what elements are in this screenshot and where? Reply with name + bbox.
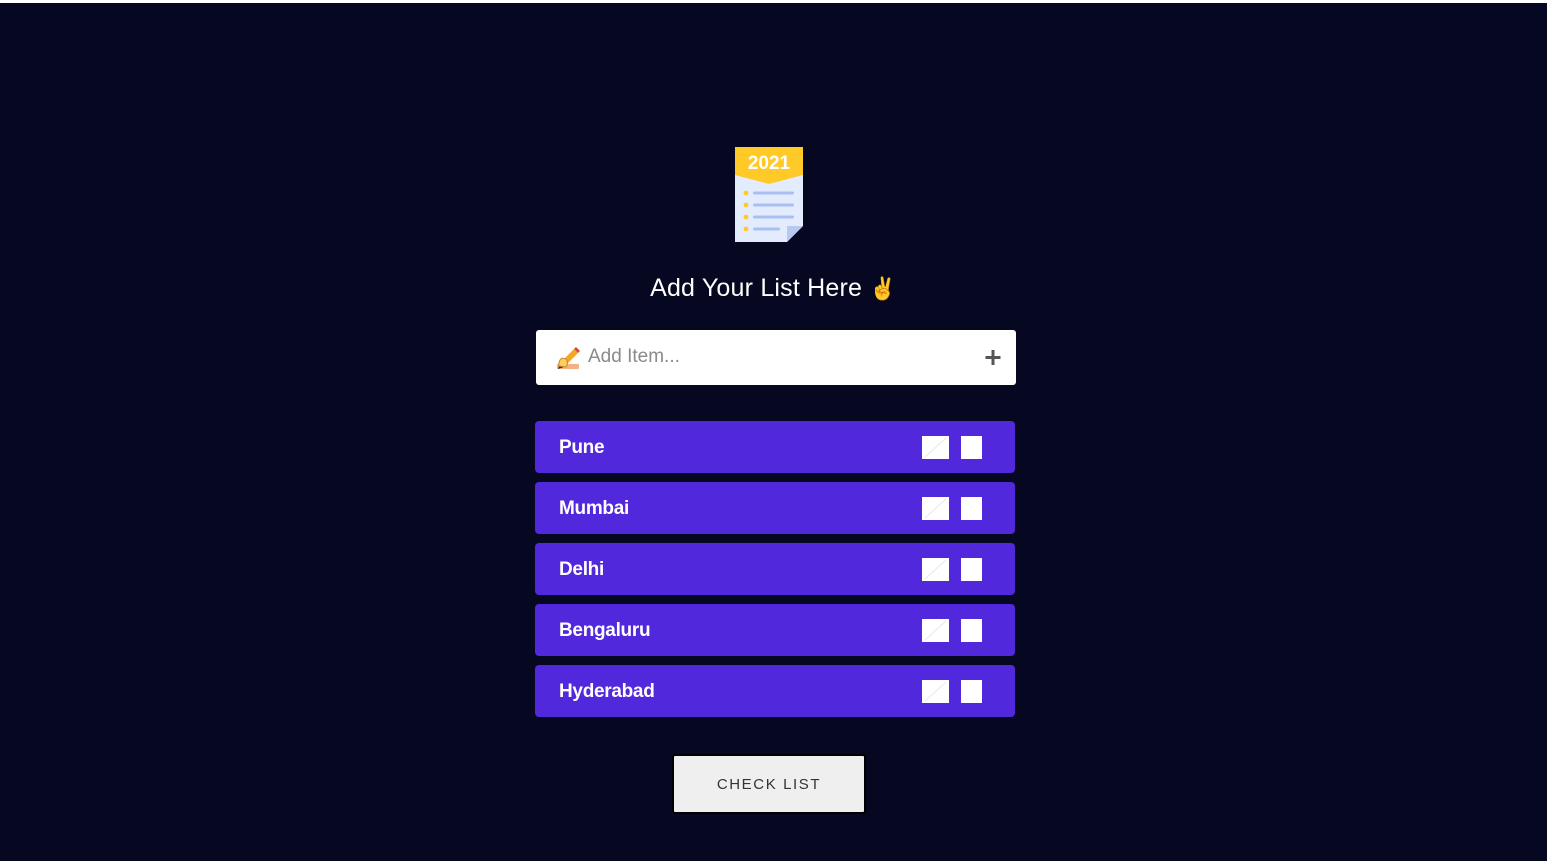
plus-icon[interactable]: [984, 346, 1002, 368]
delete-icon[interactable]: [961, 619, 982, 642]
delete-icon[interactable]: [961, 680, 982, 703]
page-title-text: Add Your List Here: [650, 274, 863, 302]
delete-icon[interactable]: [961, 497, 982, 520]
item-list: Pune Mumbai Delhi Bengaluru Hyderabad: [535, 421, 1015, 726]
edit-icon[interactable]: [922, 680, 949, 703]
edit-icon[interactable]: [922, 436, 949, 459]
check-list-button[interactable]: CHECK LIST: [672, 754, 866, 814]
add-item-input[interactable]: [588, 340, 968, 374]
list-item-label: Hyderabad: [559, 681, 655, 702]
delete-icon[interactable]: [961, 558, 982, 581]
writing-hand-icon: [556, 345, 582, 371]
edit-icon[interactable]: [922, 619, 949, 642]
list-item-label: Bengaluru: [559, 620, 651, 641]
delete-icon[interactable]: [961, 436, 982, 459]
edit-icon[interactable]: [922, 558, 949, 581]
edit-icon[interactable]: [922, 497, 949, 520]
checklist-logo-icon: 2021: [734, 146, 804, 244]
list-item: Mumbai: [535, 482, 1015, 534]
list-item-label: Pune: [559, 437, 605, 458]
top-border: [0, 0, 1547, 3]
logo-year: 2021: [748, 153, 791, 174]
list-item-label: Mumbai: [559, 498, 629, 519]
list-item: Delhi: [535, 543, 1015, 595]
victory-hand-icon: ✌: [869, 276, 897, 301]
list-item: Bengaluru: [535, 604, 1015, 656]
list-item: Hyderabad: [535, 665, 1015, 717]
add-item-bar: [536, 330, 1016, 385]
page-title: Add Your List Here ✌: [0, 274, 1547, 303]
list-item-label: Delhi: [559, 559, 604, 580]
list-item: Pune: [535, 421, 1015, 473]
